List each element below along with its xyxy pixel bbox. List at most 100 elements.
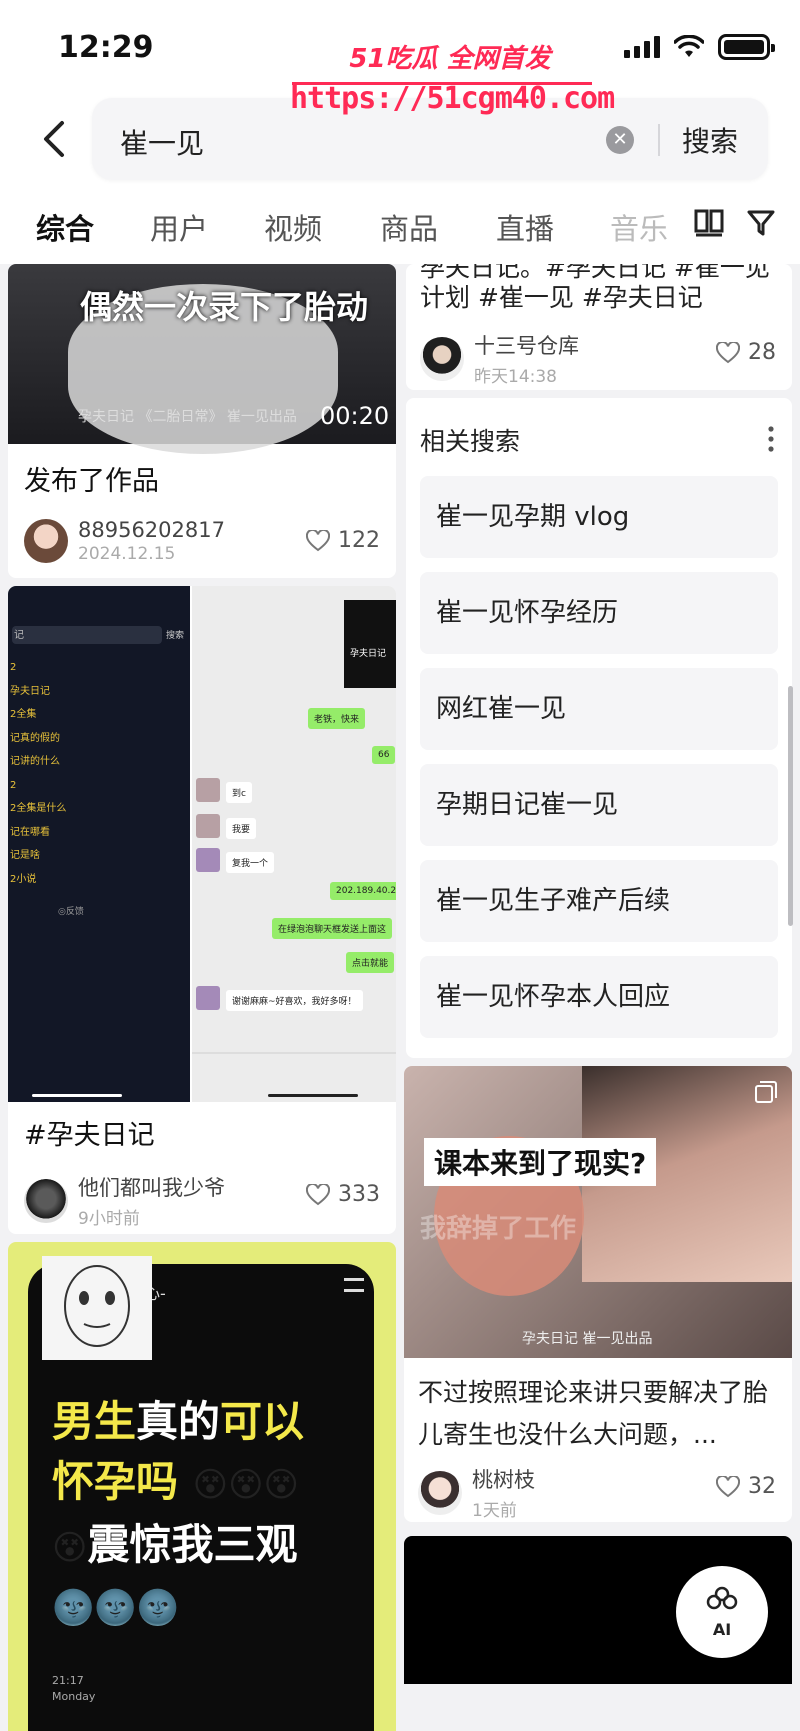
chat-bubble: 谢谢麻麻~好喜欢，我好多呀！ [226,990,363,1011]
meme-text: 震惊我三观 [87,1520,298,1569]
meme-day: Monday [52,1690,96,1703]
meme-headline: 男生真的可以 怀孕吗 😵😵😵 😵震惊我三观 🌚🌚🌚 [52,1392,304,1638]
ai-flower-icon [706,1586,738,1609]
video-caption: 偶然一次录下了胎动 [80,288,369,326]
chat-header-block: 孕夫日记 [344,600,396,688]
list-item: 记讲的什么 [10,756,60,767]
tab-videos[interactable]: 视频 [264,206,322,248]
author[interactable]: 88956202817 2024.12.15 [24,518,225,564]
watermark-url: https://51cgm40.com [290,81,615,116]
heart-icon [306,1183,330,1205]
author-name: 88956202817 [78,518,225,542]
related-search-item[interactable]: 崔一见生子难产后续 [420,860,778,942]
like-button[interactable]: 32 [716,1474,776,1499]
tab-comprehensive[interactable]: 综合 [36,206,94,248]
tab-products[interactable]: 商品 [380,206,438,248]
tab-music[interactable]: 音乐 [610,206,668,248]
post-time: 昨天14:38 [474,367,557,387]
meme-clock: 21:17 [52,1674,84,1687]
more-icon[interactable] [768,426,774,452]
meme-text: 真的 [136,1397,221,1446]
chat-avatar [196,814,220,838]
tab-users[interactable]: 用户 [150,206,208,248]
post-card[interactable]: 孕夫日记。#孕夫日记 #崔一见 计划 #崔一见 #孕夫日记 十三号仓库 昨天14… [406,264,792,390]
video-thumbnail: 偶然一次录下了胎动 孕夫日记 《二胎日常》 崔一见出品 00:20 [8,264,396,454]
clear-icon[interactable]: ✕ [606,126,634,154]
tab-live[interactable]: 直播 [496,206,554,248]
related-title: 相关搜索 [420,427,521,456]
list-item: 2全集是什么 [10,803,67,814]
list-item: 2小说 [10,873,37,885]
cellular-signal-icon [624,36,660,58]
face-sketch-icon [64,1265,130,1347]
heart-icon [716,1475,740,1497]
chat-bubble: 老铁，快来 [308,708,366,729]
meme-card[interactable]: 痴心- 男生真的可以 怀孕吗 😵😵😵 😵震惊我三观 🌚🌚🌚 21:17 Mond… [8,1242,396,1731]
list-item: 2全集 [10,709,37,720]
chat-bubble: 202.189.40.2 [330,882,396,900]
avatar [420,336,464,381]
ai-assistant-button[interactable]: AI [676,1566,768,1658]
related-search-item[interactable]: 崔一见怀孕本人回应 [420,956,778,1038]
chat-bubble: 我要 [226,818,257,839]
avatar [24,519,68,563]
tab-bar: 综合 用户 视频 商品 直播 音乐 [0,188,800,264]
image-card[interactable]: 记 搜索 2 孕夫日记 2全集 记真的假的 记讲的什么 2 2全集是什么 记在哪… [8,586,396,1234]
card-title: #孕夫日记 [24,1120,155,1151]
chat-bubble: 66 [372,746,396,764]
card-title: 发布了作品 [24,466,159,497]
watermark: 51吃瓜 全网首发 https://51cgm40.com [290,38,615,116]
home-indicator [268,1094,358,1097]
like-button[interactable]: 122 [306,528,380,553]
search-button[interactable]: 搜索 [682,120,738,160]
chat-avatar [196,986,220,1010]
wifi-icon [674,35,704,57]
watermark-brand: 51吃瓜 全网首发 [349,44,551,74]
chevron-left-icon [44,121,64,157]
author[interactable]: 十三号仓库 昨天14:38 [420,330,579,387]
meme-face-sticker [42,1256,152,1360]
video-card[interactable]: 课本来到了现实? 我辞掉了工作 孕夫日记 崔一见出品 不过按照理论来讲只要解决了… [404,1066,792,1522]
multi-image-icon [755,1081,777,1103]
author[interactable]: 他们都叫我少爷 9小时前 [24,1172,225,1229]
meme-text: 可以 [220,1397,305,1446]
list-item: 记是啥 [10,850,40,861]
related-search-item[interactable]: 孕期日记崔一见 [420,764,778,846]
like-count: 32 [748,1474,776,1499]
like-button[interactable]: 28 [716,340,776,365]
avatar [418,1470,462,1515]
tab-tools [694,208,776,238]
author[interactable]: 桃树枝 1天前 [418,1464,535,1521]
card-title: 不过按照理论来讲只要解决了胎儿寄生也没什么大问题，... [418,1378,769,1449]
list-item: 记真的假的 [10,732,60,744]
related-searches: 相关搜索 崔一见孕期 vlog 崔一见怀孕经历 网红崔一见 孕期日记崔一见 崔一… [406,398,792,1058]
search-query: 崔一见 [120,127,205,160]
related-search-item[interactable]: 崔一见怀孕经历 [420,572,778,654]
chat-avatar [196,778,220,802]
related-search-item[interactable]: 网红崔一见 [420,668,778,750]
like-count: 122 [338,528,380,553]
scrollbar[interactable] [788,686,793,926]
video-thumbnail: 课本来到了现实? 我辞掉了工作 孕夫日记 崔一见出品 [404,1066,792,1358]
layout-toggle-icon[interactable] [694,209,724,237]
ai-label: AI [712,1619,732,1639]
search-divider [658,124,660,156]
chat-bubble: 到c [226,782,252,803]
list-item: 2 [10,662,17,673]
like-button[interactable]: 333 [306,1182,380,1207]
list-item: 孕夫日记 [10,685,50,697]
battery-icon [718,34,775,60]
chat-bubble: 点击就能 [346,952,395,973]
back-button[interactable] [28,114,78,164]
video-card[interactable]: 偶然一次录下了胎动 孕夫日记 《二胎日常》 崔一见出品 00:20 发布了作品 … [8,264,396,578]
meme-text: 男生 [52,1397,137,1446]
post-time: 9小时前 [78,1209,140,1229]
related-search-item[interactable]: 崔一见孕期 vlog [420,476,778,558]
status-time: 12:29 [58,30,154,65]
filter-icon[interactable] [746,208,776,238]
chat-bubble: 在绿泡泡聊天框发送上面这 [272,918,393,939]
feedback-label: ◎反馈 [58,907,84,917]
author-name: 他们都叫我少爷 [78,1176,225,1200]
list-item: 2 [10,779,17,791]
chat-right-title: 孕夫日记 [350,649,387,659]
